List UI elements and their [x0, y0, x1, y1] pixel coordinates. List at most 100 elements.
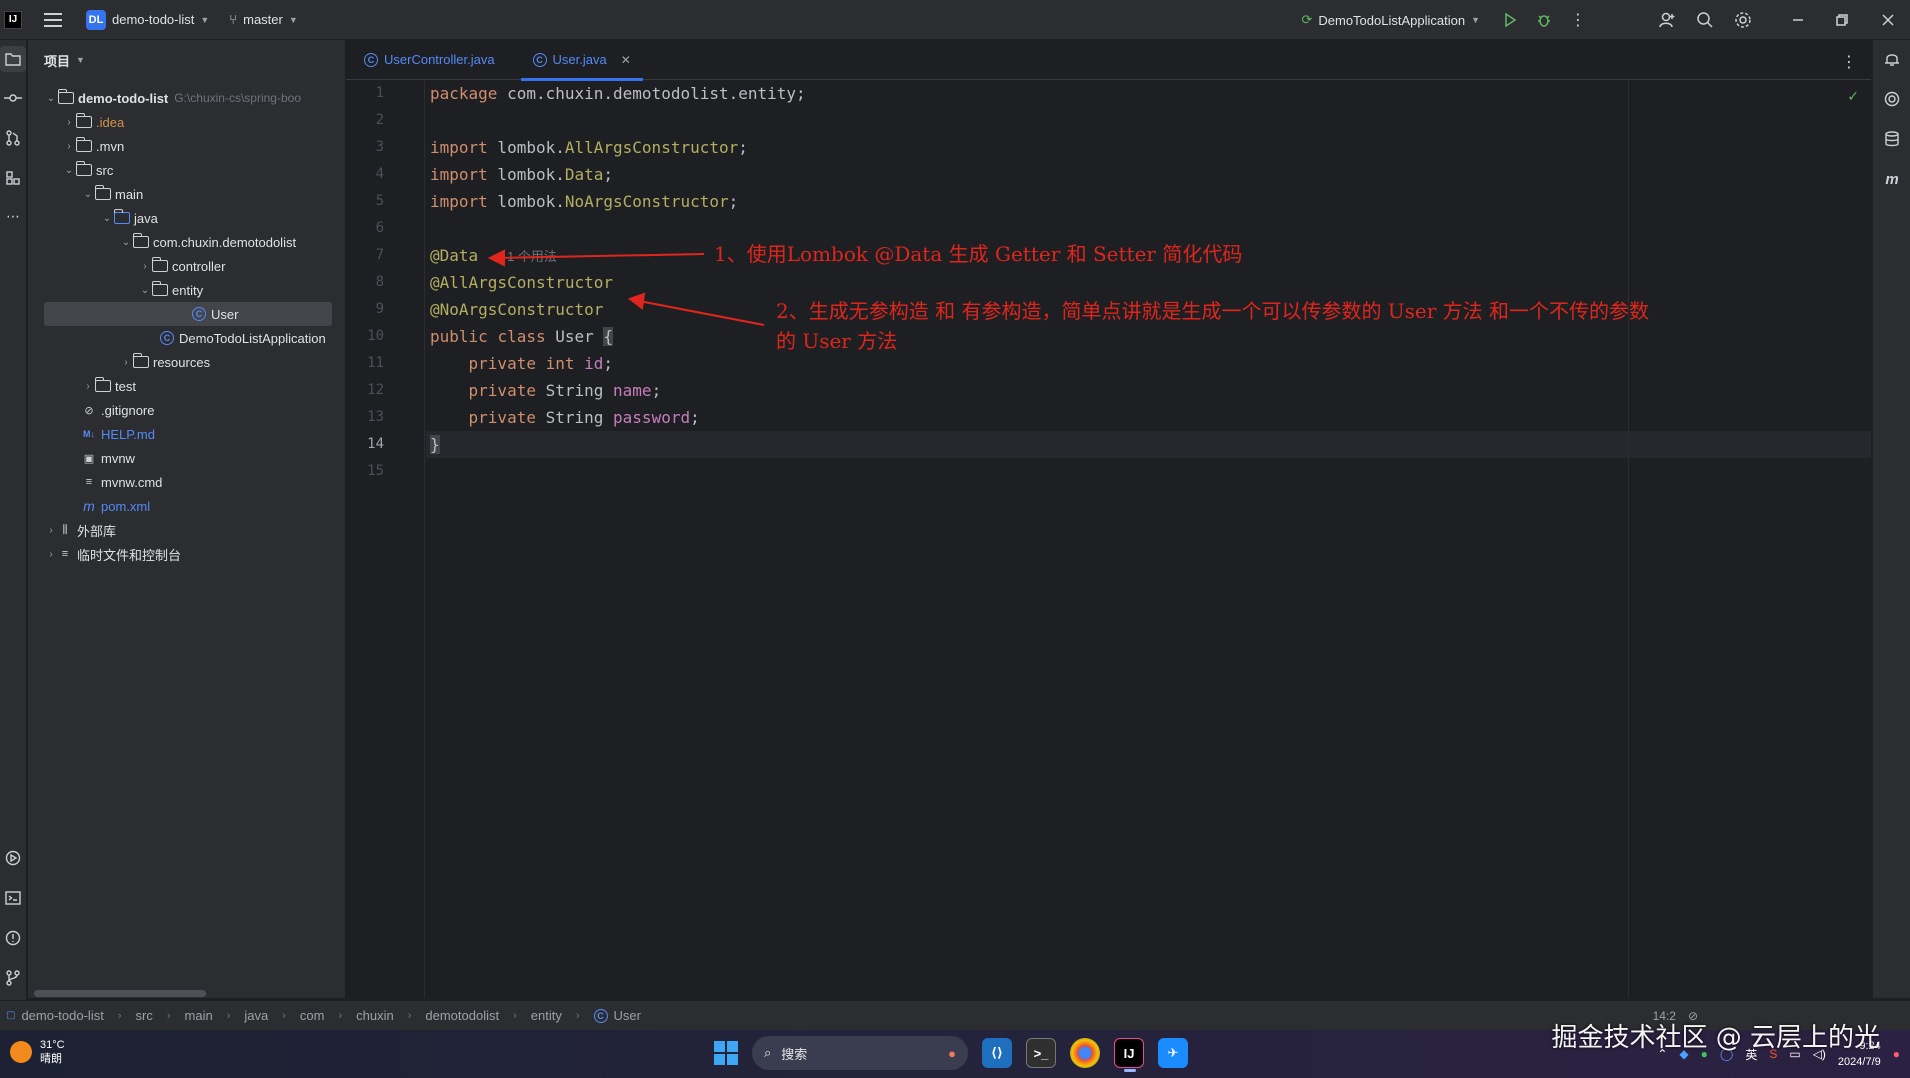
- taskbar-search[interactable]: ⌕ 搜索 ●: [752, 1036, 968, 1070]
- usages-inlay-hint[interactable]: 1 个用法: [507, 249, 557, 264]
- more-actions-icon[interactable]: ⋮: [1570, 10, 1586, 30]
- breadcrumb-item[interactable]: entity: [531, 1008, 562, 1023]
- vscode-icon[interactable]: ⟨⟩: [982, 1038, 1012, 1068]
- code-line-1: package com.chuxin.demotodolist.entity;: [430, 84, 806, 103]
- terminal-icon[interactable]: [0, 885, 26, 911]
- breadcrumb-item[interactable]: java: [244, 1008, 268, 1023]
- restore-window-icon[interactable]: [1836, 14, 1848, 26]
- horizontal-scrollbar[interactable]: [34, 990, 206, 997]
- line-number: 3: [375, 139, 384, 155]
- run-icon[interactable]: [1502, 12, 1518, 28]
- tree-item-scratches[interactable]: › ≡ 临时文件和控制台: [28, 542, 345, 566]
- chevron-right-icon[interactable]: ›: [81, 381, 95, 392]
- tree-item-help-md[interactable]: M↓ HELP.md: [28, 422, 345, 446]
- chevron-right-icon[interactable]: ›: [44, 525, 58, 536]
- ai-assistant-icon[interactable]: [1879, 86, 1905, 112]
- chrome-icon[interactable]: [1070, 1038, 1100, 1068]
- left-tool-strip: ⋯: [0, 40, 27, 1030]
- chevron-right-icon[interactable]: ›: [62, 117, 76, 128]
- breadcrumb-item[interactable]: main: [185, 1008, 213, 1023]
- add-user-icon[interactable]: [1658, 11, 1676, 29]
- no-problems-check-icon[interactable]: ✓: [1847, 88, 1859, 105]
- tree-item-package[interactable]: ⌄ com.chuxin.demotodolist: [28, 230, 345, 254]
- tree-item-mvnw[interactable]: ▣ mvnw: [28, 446, 345, 470]
- project-switcher[interactable]: DL demo-todo-list ▼: [86, 0, 209, 40]
- class-icon: C: [364, 52, 378, 67]
- tree-item-label: mvnw: [101, 450, 135, 466]
- debug-icon[interactable]: [1536, 12, 1552, 28]
- breadcrumb-item[interactable]: User: [614, 1008, 641, 1023]
- tree-item-mvnw-cmd[interactable]: ≡ mvnw.cmd: [28, 470, 345, 494]
- breadcrumb-item[interactable]: com: [300, 1008, 325, 1023]
- tree-item-main[interactable]: ⌄ main: [28, 182, 345, 206]
- breadcrumb-item[interactable]: demotodolist: [425, 1008, 499, 1023]
- services-icon[interactable]: [0, 845, 26, 871]
- project-badge: DL: [86, 9, 106, 30]
- breadcrumb-separator-icon: ›: [575, 1009, 580, 1022]
- chevron-down-icon[interactable]: ⌄: [81, 189, 95, 200]
- breadcrumb-item[interactable]: chuxin: [356, 1008, 394, 1023]
- chevron-down-icon[interactable]: ⌄: [44, 93, 58, 104]
- project-view-icon[interactable]: [0, 46, 26, 72]
- feishu-icon[interactable]: ✈: [1158, 1038, 1188, 1068]
- chevron-right-icon[interactable]: ›: [119, 357, 133, 368]
- weather-widget[interactable]: 31°C 晴朗: [10, 1038, 65, 1066]
- tree-item-pom-xml[interactable]: m pom.xml: [28, 494, 345, 518]
- code-line-7: @Data 1 个用法: [430, 246, 557, 265]
- tree-item-test[interactable]: › test: [28, 374, 345, 398]
- notification-icon[interactable]: ●: [1893, 1047, 1900, 1061]
- chevron-down-icon[interactable]: ⌄: [119, 237, 133, 248]
- breadcrumb-item[interactable]: src: [136, 1008, 153, 1023]
- minimize-window-icon[interactable]: [1790, 14, 1806, 26]
- chevron-right-icon[interactable]: ›: [62, 141, 76, 152]
- tree-item-entity[interactable]: ⌄ entity: [28, 278, 345, 302]
- settings-gear-icon[interactable]: [1734, 11, 1752, 29]
- tree-item-user[interactable]: C User: [44, 302, 332, 326]
- run-config-selector[interactable]: ⟳ DemoTodoListApplication ▼: [1301, 0, 1480, 40]
- tab-options-icon[interactable]: ⋮: [1841, 52, 1857, 72]
- pull-requests-icon[interactable]: [0, 125, 26, 151]
- maven-icon: m: [83, 498, 95, 514]
- tree-item-demo-todo-list[interactable]: ⌄ demo-todo-list G:\chuxin-cs\spring-boo: [28, 86, 345, 110]
- search-icon[interactable]: [1696, 11, 1714, 29]
- intellij-taskbar-icon[interactable]: IJ: [1114, 1038, 1144, 1072]
- windows-start-icon[interactable]: [714, 1041, 738, 1065]
- chevron-right-icon[interactable]: ›: [138, 261, 152, 272]
- chevron-right-icon[interactable]: ›: [44, 549, 58, 560]
- code-line-14: }: [430, 435, 440, 454]
- main-menu-icon[interactable]: [44, 12, 62, 27]
- tab-user-java[interactable]: C User.java ✕: [520, 40, 644, 81]
- chevron-down-icon[interactable]: ⌄: [138, 285, 152, 296]
- tree-item-resources[interactable]: › resources: [28, 350, 345, 374]
- notifications-bell-icon[interactable]: [1879, 46, 1905, 72]
- git-icon[interactable]: [0, 965, 26, 991]
- structure-icon[interactable]: [0, 165, 26, 191]
- code-area[interactable]: package com.chuxin.demotodolist.entity; …: [426, 80, 1871, 998]
- tree-item-label: .idea: [96, 114, 125, 130]
- more-tools-icon[interactable]: ⋯: [0, 203, 26, 229]
- tree-item-mvn[interactable]: › .mvn: [28, 134, 345, 158]
- database-icon[interactable]: [1879, 126, 1905, 152]
- problems-icon[interactable]: [0, 925, 26, 951]
- project-panel-header[interactable]: 项目 ▼: [28, 40, 345, 80]
- tree-item-java[interactable]: ⌄ java: [28, 206, 345, 230]
- commit-icon[interactable]: [0, 85, 26, 111]
- tree-item-external-libraries[interactable]: › ⫼ 外部库: [28, 518, 345, 542]
- maven-tool-icon[interactable]: m: [1879, 166, 1905, 192]
- close-window-icon[interactable]: [1882, 14, 1894, 26]
- close-tab-icon[interactable]: ✕: [621, 53, 631, 67]
- breadcrumb-item[interactable]: demo-todo-list: [21, 1008, 103, 1023]
- tree-item-src[interactable]: ⌄ src: [28, 158, 345, 182]
- tree-item-controller[interactable]: › controller: [28, 254, 345, 278]
- chevron-down-icon[interactable]: ⌄: [100, 213, 114, 224]
- terminal-app-icon[interactable]: >_: [1026, 1038, 1056, 1068]
- line-number: 1: [375, 85, 384, 101]
- tree-item-gitignore[interactable]: ⊘ .gitignore: [28, 398, 345, 422]
- branch-switcher[interactable]: ⑂ master ▼: [229, 0, 297, 40]
- tab-usercontroller-java[interactable]: C UserController.java: [352, 40, 507, 80]
- line-number: 13: [367, 409, 384, 425]
- weather-condition: 晴朗: [40, 1053, 62, 1065]
- tree-item-idea[interactable]: › .idea: [28, 110, 345, 134]
- tree-item-demotodolistapplication[interactable]: C DemoTodoListApplication: [28, 326, 345, 350]
- chevron-down-icon[interactable]: ⌄: [62, 165, 76, 176]
